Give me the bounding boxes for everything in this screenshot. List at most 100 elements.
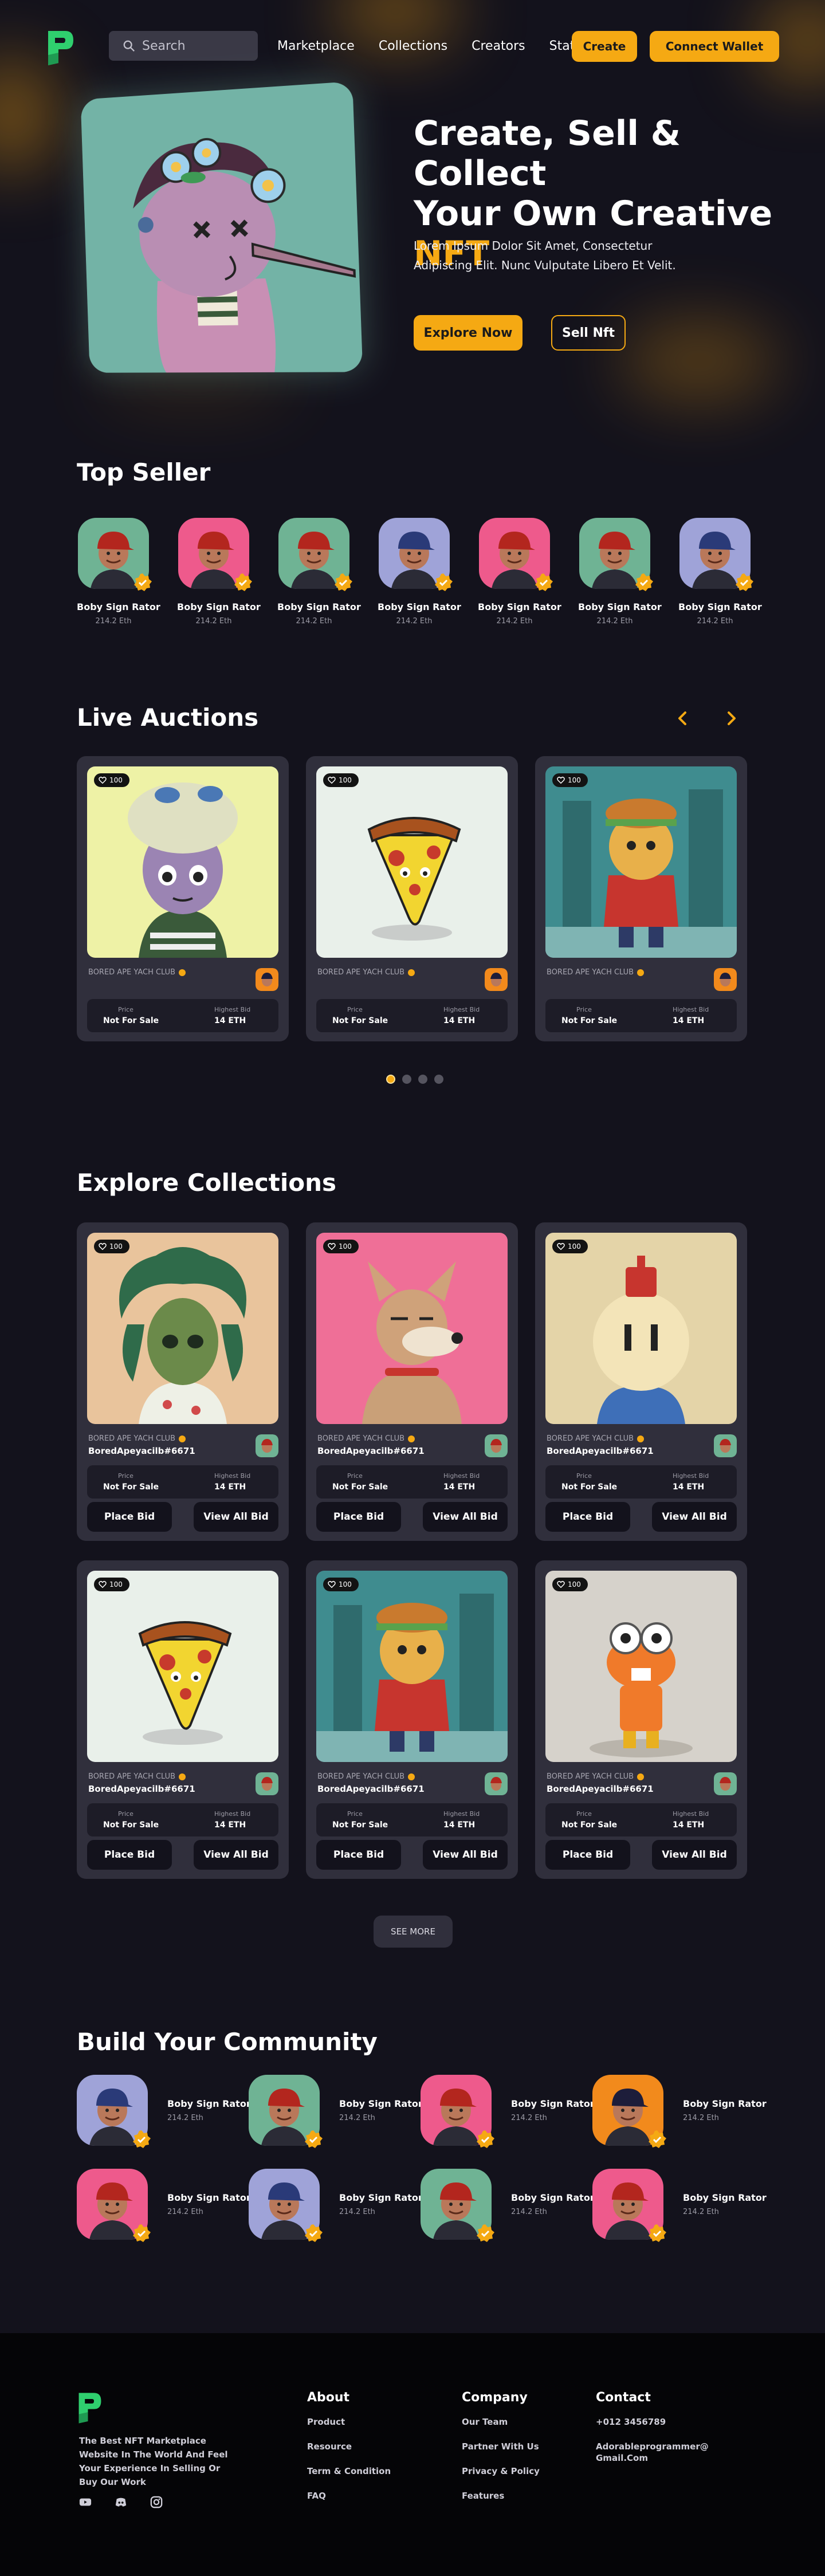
creator-avatar[interactable] bbox=[485, 968, 508, 991]
place-bid-button[interactable]: Place Bid bbox=[87, 1502, 172, 1532]
creator-avatar[interactable] bbox=[256, 968, 278, 991]
community-member[interactable]: Boby Sign Rator 214.2 Eth bbox=[249, 2169, 423, 2242]
member-avatar[interactable] bbox=[592, 2075, 666, 2148]
member-avatar[interactable] bbox=[421, 2169, 494, 2242]
community-member[interactable]: Boby Sign Rator 214.2 Eth bbox=[249, 2075, 423, 2148]
nft-card[interactable]: 100 BORED APE YACH CLUB BoredApeyacilb#667… bbox=[306, 1560, 518, 1879]
nft-image[interactable]: 100 bbox=[87, 1571, 278, 1762]
like-counter[interactable]: 100 bbox=[552, 773, 588, 787]
seller-avatar[interactable] bbox=[679, 518, 753, 591]
footer-contact-phone[interactable]: +012 3456789 bbox=[596, 2416, 710, 2428]
member-avatar[interactable] bbox=[77, 2169, 151, 2242]
sell-nft-button[interactable]: Sell Nft bbox=[551, 315, 626, 351]
nft-card[interactable]: 100 BORED APE YACH CLUB Price Not For Sale H… bbox=[535, 756, 747, 1041]
like-counter[interactable]: 100 bbox=[94, 1578, 129, 1591]
heart-icon[interactable] bbox=[99, 776, 107, 784]
member-avatar[interactable] bbox=[249, 2169, 323, 2242]
seller-avatar[interactable] bbox=[479, 518, 553, 591]
member-avatar[interactable] bbox=[592, 2169, 666, 2242]
previous-arrow-icon[interactable] bbox=[673, 708, 693, 729]
connect-wallet-button[interactable]: Connect Wallet bbox=[650, 31, 779, 62]
footer-link-privacy[interactable]: Privacy & Policy bbox=[462, 2465, 540, 2477]
nft-card[interactable]: 100 BORED APE YACH CLUB BoredApeyacilb#667… bbox=[306, 1222, 518, 1541]
creator-avatar[interactable] bbox=[485, 1772, 508, 1795]
heart-icon[interactable] bbox=[328, 776, 336, 784]
heart-icon[interactable] bbox=[99, 1580, 107, 1588]
heart-icon[interactable] bbox=[328, 1242, 336, 1250]
place-bid-button[interactable]: Place Bid bbox=[316, 1840, 401, 1870]
search-bar[interactable] bbox=[109, 31, 258, 61]
carousel-dot[interactable] bbox=[434, 1075, 443, 1084]
member-avatar[interactable] bbox=[421, 2075, 494, 2148]
like-counter[interactable]: 100 bbox=[323, 1240, 359, 1253]
nft-image[interactable]: 100 bbox=[545, 1571, 737, 1762]
nav-link-creators[interactable]: Creators bbox=[472, 39, 525, 53]
seller-avatar[interactable] bbox=[379, 518, 453, 591]
view-all-bid-button[interactable]: View All Bid bbox=[423, 1840, 508, 1870]
community-member[interactable]: Boby Sign Rator 214.2 Eth bbox=[77, 2169, 251, 2242]
seller-card[interactable]: Boby Sign Rator 214.2 Eth bbox=[578, 518, 662, 626]
nft-image[interactable]: 100 bbox=[87, 766, 278, 958]
member-avatar[interactable] bbox=[77, 2075, 151, 2148]
nft-card[interactable]: 100 BORED APE YACH CLUB Price Not For Sale H… bbox=[306, 756, 518, 1041]
youtube-icon[interactable] bbox=[79, 2496, 92, 2508]
place-bid-button[interactable]: Place Bid bbox=[545, 1840, 630, 1870]
like-counter[interactable]: 100 bbox=[94, 773, 129, 787]
footer-link-features[interactable]: Features bbox=[462, 2490, 540, 2502]
view-all-bid-button[interactable]: View All Bid bbox=[423, 1502, 508, 1532]
nft-image[interactable]: 100 bbox=[316, 766, 508, 958]
heart-icon[interactable] bbox=[557, 776, 565, 784]
seller-avatar[interactable] bbox=[278, 518, 352, 591]
nft-image[interactable]: 100 bbox=[545, 1233, 737, 1424]
footer-link-our-team[interactable]: Our Team bbox=[462, 2416, 540, 2428]
heart-icon[interactable] bbox=[328, 1580, 336, 1588]
seller-card[interactable]: Boby Sign Rator 214.2 Eth bbox=[478, 518, 561, 626]
heart-icon[interactable] bbox=[557, 1242, 565, 1250]
footer-link-resource[interactable]: Resource bbox=[307, 2441, 391, 2452]
creator-avatar[interactable] bbox=[714, 1434, 737, 1457]
view-all-bid-button[interactable]: View All Bid bbox=[652, 1502, 737, 1532]
carousel-dot[interactable] bbox=[402, 1075, 411, 1084]
creator-avatar[interactable] bbox=[714, 968, 737, 991]
next-arrow-icon[interactable] bbox=[721, 708, 741, 729]
footer-brand-logo[interactable] bbox=[77, 2389, 103, 2426]
footer-link-partner[interactable]: Partner With Us bbox=[462, 2441, 540, 2452]
footer-link-terms[interactable]: Term & Condition bbox=[307, 2465, 391, 2477]
nft-card[interactable]: 100 BORED APE YACH CLUB BoredApeyacilb#667… bbox=[77, 1560, 289, 1879]
seller-card[interactable]: Boby Sign Rator 214.2 Eth bbox=[177, 518, 261, 626]
seller-avatar[interactable] bbox=[178, 518, 252, 591]
nft-image[interactable]: 100 bbox=[87, 1233, 278, 1424]
instagram-icon[interactable] bbox=[150, 2496, 163, 2508]
nft-card[interactable]: 100 BORED APE YACH CLUB BoredApeyacilb#667… bbox=[535, 1560, 747, 1879]
place-bid-button[interactable]: Place Bid bbox=[87, 1840, 172, 1870]
place-bid-button[interactable]: Place Bid bbox=[316, 1502, 401, 1532]
like-counter[interactable]: 100 bbox=[323, 1578, 359, 1591]
view-all-bid-button[interactable]: View All Bid bbox=[194, 1502, 278, 1532]
like-counter[interactable]: 100 bbox=[94, 1240, 129, 1253]
nft-card[interactable]: 100 BORED APE YACH CLUB BoredApeyacilb#667… bbox=[535, 1222, 747, 1541]
discord-icon[interactable] bbox=[115, 2496, 127, 2508]
seller-avatar[interactable] bbox=[78, 518, 152, 591]
creator-avatar[interactable] bbox=[256, 1772, 278, 1795]
nav-link-marketplace[interactable]: Marketplace bbox=[277, 39, 355, 53]
member-avatar[interactable] bbox=[249, 2075, 323, 2148]
nft-card[interactable]: 100 BORED APE YACH CLUB Price Not For Sale H… bbox=[77, 756, 289, 1041]
creator-avatar[interactable] bbox=[256, 1434, 278, 1457]
like-counter[interactable]: 100 bbox=[552, 1578, 588, 1591]
creator-avatar[interactable] bbox=[714, 1772, 737, 1795]
footer-link-faq[interactable]: FAQ bbox=[307, 2490, 391, 2502]
footer-contact-email[interactable]: Adorableprogrammer@Gmail.Com bbox=[596, 2441, 710, 2464]
carousel-dot[interactable] bbox=[418, 1075, 427, 1084]
like-counter[interactable]: 100 bbox=[323, 773, 359, 787]
place-bid-button[interactable]: Place Bid bbox=[545, 1502, 630, 1532]
nft-image[interactable]: 100 bbox=[316, 1571, 508, 1762]
see-more-button[interactable]: SEE MORE bbox=[374, 1916, 453, 1948]
create-button[interactable]: Create bbox=[572, 31, 637, 62]
seller-card[interactable]: Boby Sign Rator 214.2 Eth bbox=[678, 518, 762, 626]
carousel-dot[interactable] bbox=[386, 1075, 395, 1084]
nft-image[interactable]: 100 bbox=[316, 1233, 508, 1424]
nft-image[interactable]: 100 bbox=[545, 766, 737, 958]
nav-link-collections[interactable]: Collections bbox=[379, 39, 447, 53]
community-member[interactable]: Boby Sign Rator 214.2 Eth bbox=[421, 2169, 595, 2242]
footer-link-product[interactable]: Product bbox=[307, 2416, 391, 2428]
